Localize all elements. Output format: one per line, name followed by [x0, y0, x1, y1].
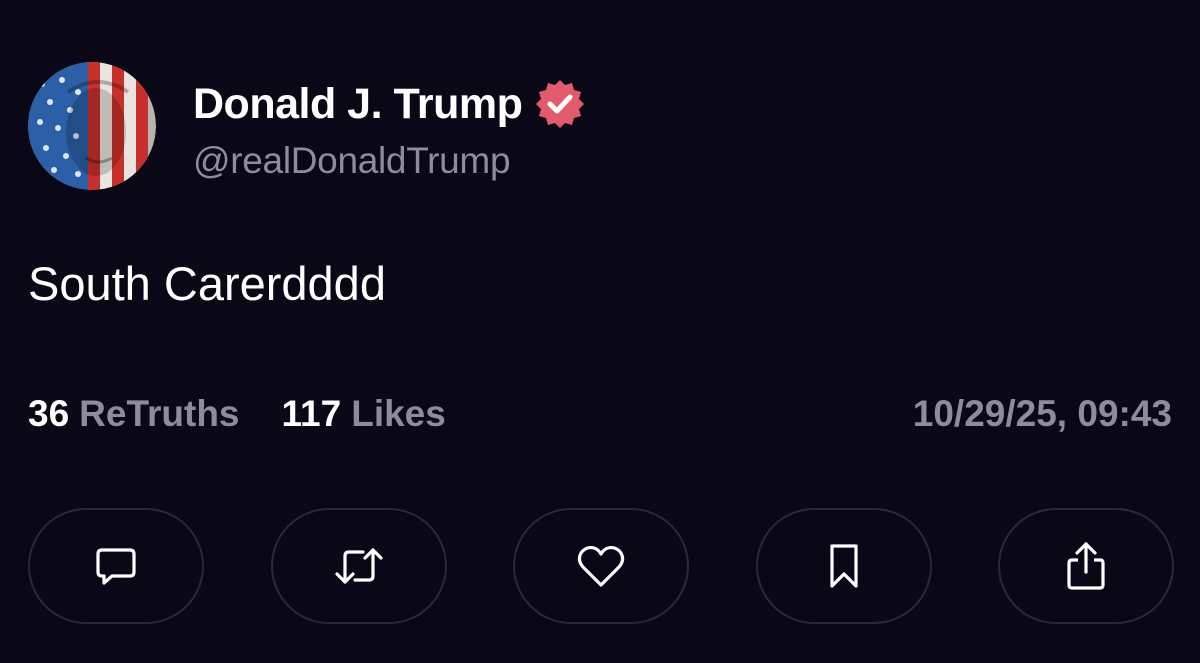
likes-label: Likes — [351, 393, 446, 434]
like-button[interactable] — [513, 508, 689, 624]
reply-button[interactable] — [28, 508, 204, 624]
post-timestamp: 10/29/25, 09:43 — [912, 393, 1172, 434]
american-flag-face-avatar-icon — [28, 62, 156, 190]
author-handle[interactable]: @realDonaldTrump — [193, 140, 511, 182]
heart-icon — [577, 545, 625, 587]
author-display-name[interactable]: Donald J. Trump — [193, 80, 523, 129]
post-text: South Carerdddd — [28, 257, 386, 310]
bookmark-button[interactable] — [755, 508, 932, 624]
author-name-row: Donald J. Trump — [193, 76, 586, 132]
likes-stat[interactable]: 117 Likes — [282, 393, 446, 435]
comment-icon — [96, 548, 136, 585]
action-bar — [28, 508, 1174, 624]
repost-icon — [334, 548, 383, 584]
avatar[interactable] — [28, 62, 156, 190]
likes-count: 117 — [281, 393, 342, 434]
post-stats: 36 ReTruths 117 Likes — [28, 393, 446, 435]
retruths-label: ReTruths — [79, 393, 240, 434]
verified-badge-icon — [534, 78, 586, 130]
retruths-stat[interactable]: 36 ReTruths — [28, 393, 240, 435]
share-button[interactable] — [998, 508, 1174, 624]
share-icon — [1067, 542, 1105, 590]
bookmark-icon — [829, 544, 858, 588]
truth-post: Donald J. Trump @realDonaldTrump South C… — [0, 0, 1200, 663]
retruth-button[interactable] — [270, 508, 447, 624]
retruths-count: 36 — [28, 393, 70, 434]
